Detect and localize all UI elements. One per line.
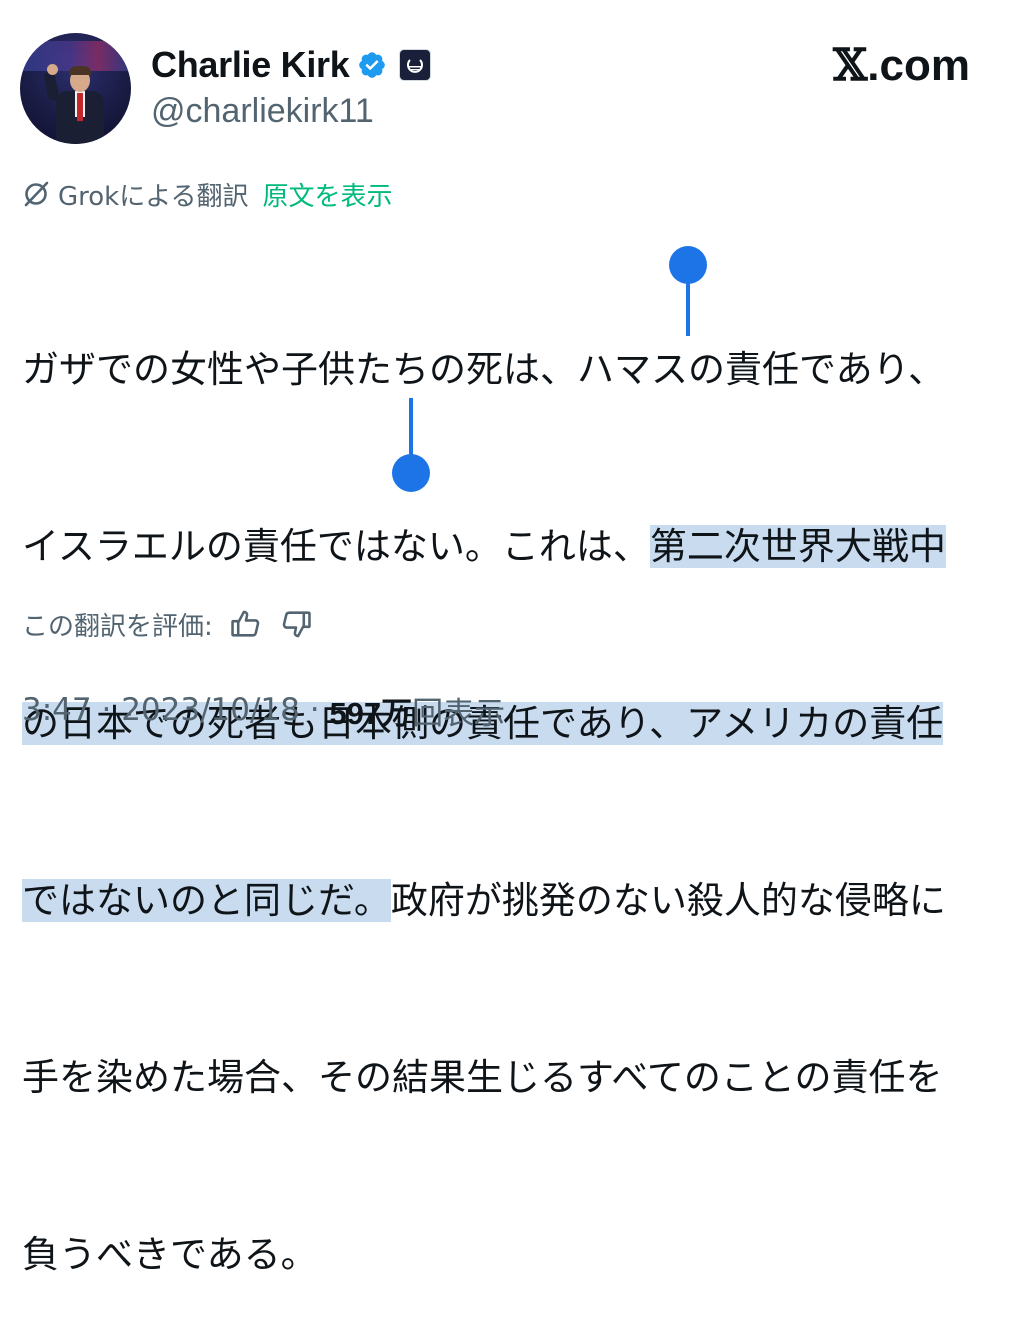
selected-text: 第二次世界大戦中 — [649, 525, 946, 568]
tweet-text-segment: 手を染めた場合、その結果生じるすべてのことの責任を — [22, 1056, 943, 1099]
tweet-line: ガザでの女性や子供たちの死は、ハマスの責任であり、 — [22, 340, 1012, 399]
avatar-hair — [69, 66, 91, 75]
meta-separator: · — [91, 692, 122, 728]
selected-text: ではないのと同じだ。 — [22, 879, 391, 922]
tweet-line: ではないのと同じだ。政府が挑発のない殺人的な侵略に — [22, 871, 1012, 930]
view-count[interactable]: 597万 — [329, 688, 412, 733]
view-count-label: 回表示 — [412, 695, 506, 732]
thumbs-down-icon[interactable] — [279, 607, 313, 641]
avatar-fist — [47, 64, 58, 75]
rate-translation-label: この翻訳を評価: — [22, 611, 213, 642]
tweet-text-segment: 負うべきである。 — [22, 1233, 318, 1276]
show-original-link[interactable]: 原文を表示 — [262, 176, 392, 213]
affiliation-badge-icon[interactable] — [399, 49, 432, 81]
avatar-tie — [77, 93, 83, 121]
thumbs-up-icon[interactable] — [229, 607, 263, 641]
selection-start-caret — [686, 264, 690, 336]
verified-badge-icon — [357, 50, 387, 80]
author-avatar[interactable] — [20, 33, 131, 144]
author-name-row: Charlie Kirk — [151, 42, 432, 88]
rate-translation-row: この翻訳を評価: — [22, 604, 313, 644]
x-com-logo: 𝕏.com — [833, 40, 970, 91]
author-handle[interactable]: @charliekirk11 — [151, 92, 374, 131]
selection-end-handle[interactable] — [392, 454, 430, 492]
tweet-line: 負うべきである。 — [22, 1225, 1012, 1284]
tweet-time[interactable]: 3:47 — [22, 692, 92, 728]
grok-slash-icon — [22, 180, 50, 208]
tweet-text-segment: イスラエルの責任ではない。これは、 — [22, 525, 650, 568]
tweet-text-segment: 政府が挑発のない殺人的な侵略に — [390, 879, 946, 922]
translation-header: Grokによる翻訳 原文を表示 — [22, 174, 392, 214]
grok-translation-label: Grokによる翻訳 — [58, 181, 249, 212]
x-logo-glyph: 𝕏 — [833, 40, 868, 91]
tweet-meta: 3:47 · 2023/10/18 · 597万 回表示 — [22, 688, 505, 732]
tweet-text[interactable]: ガザでの女性や子供たちの死は、ハマスの責任であり、 イスラエルの責任ではない。こ… — [22, 222, 1012, 1343]
x-logo-suffix: .com — [867, 41, 970, 90]
tweet-date[interactable]: 2023/10/18 — [121, 692, 300, 728]
tweet-line: イスラエルの責任ではない。これは、第二次世界大戦中 — [22, 517, 1012, 576]
author-name[interactable]: Charlie Kirk — [151, 44, 350, 86]
meta-separator: · — [299, 692, 330, 728]
tweet-text-segment: ガザでの女性や子供たちの死は、ハマスの責任であり、 — [22, 348, 946, 391]
tweet-line: 手を染めた場合、その結果生じるすべてのことの責任を — [22, 1048, 1012, 1107]
